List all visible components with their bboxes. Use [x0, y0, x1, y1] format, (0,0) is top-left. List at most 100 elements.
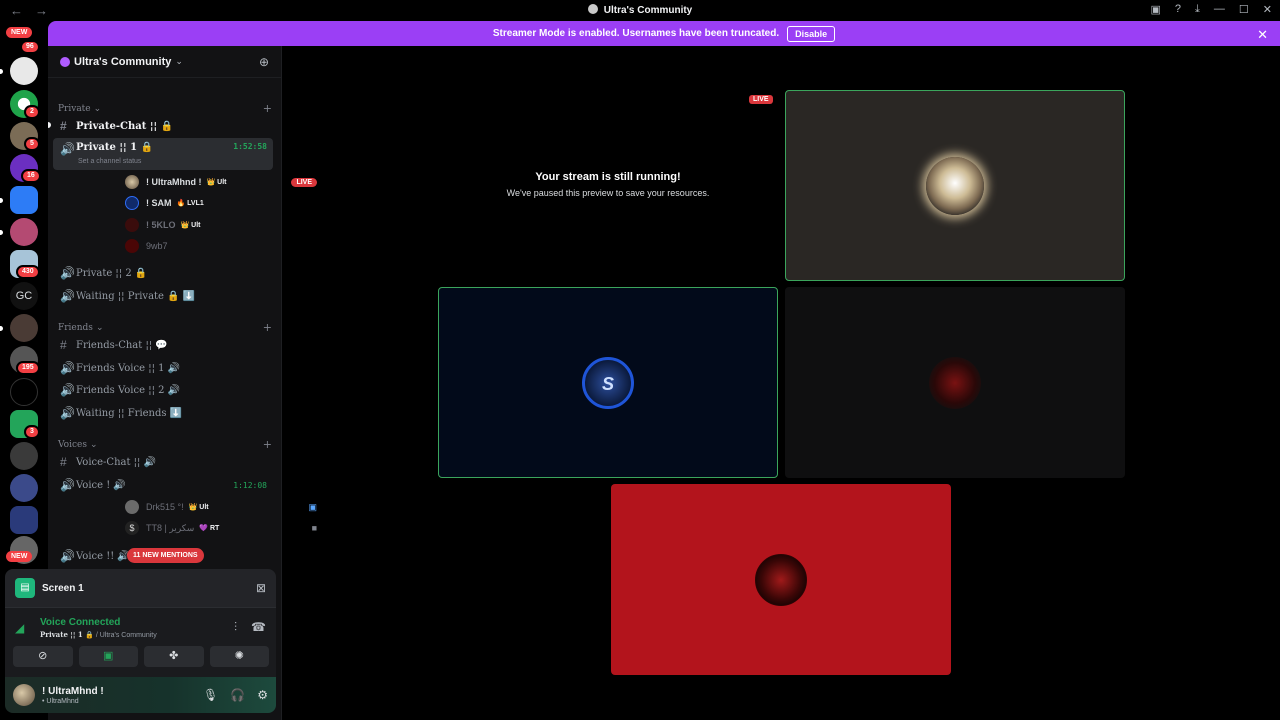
channel-private-1[interactable]: 🔊 Private ¦¦ 1 🔒 1:52:58 Set a channel s…: [53, 138, 273, 170]
signal-icon[interactable]: ◢: [15, 621, 24, 635]
channel-waiting-private[interactable]: 🔊 Waiting ¦¦ Private 🔒 ⬇️: [53, 286, 273, 306]
screen-app-icon: ▤: [15, 578, 35, 598]
server-header[interactable]: Ultra's Community ⌄ ⊕: [48, 46, 281, 78]
participant-tile[interactable]: [785, 90, 1125, 281]
participant-tile[interactable]: [611, 484, 951, 675]
microphone-icon[interactable]: 🎙: [203, 688, 218, 702]
hashtag-icon: #: [60, 338, 67, 352]
disconnect-icon[interactable]: ☎: [251, 620, 266, 635]
voice-user[interactable]: ! UltraMhnd ! 👑 Ult LIVE: [125, 173, 323, 191]
voice-connected-panel: ◢ Voice Connected Private ¦¦ 1 🔒 / Ultra…: [5, 607, 276, 677]
server-icon-15[interactable]: [10, 506, 38, 534]
channel-voice-chat[interactable]: # Voice-Chat ¦¦ 🔊: [53, 452, 273, 472]
voice-user[interactable]: 9wb7: [125, 237, 323, 255]
live-badge: LIVE: [291, 177, 317, 187]
chevron-down-icon: ⌄: [89, 439, 98, 450]
stop-stream-icon[interactable]: ⊠: [256, 581, 266, 595]
screen-label: Screen 1: [42, 582, 84, 594]
hashtag-icon: #: [60, 455, 67, 469]
category-friends[interactable]: Friends ⌄ +: [58, 321, 272, 334]
add-channel-icon[interactable]: +: [263, 438, 272, 451]
channel-private-2[interactable]: 🔊 Private ¦¦ 2 🔒: [53, 263, 273, 283]
speaker-icon: 🔊: [60, 383, 75, 397]
new-tag: NEW: [6, 27, 33, 38]
server-badge: 430: [16, 265, 40, 279]
category-voices[interactable]: Voices ⌄ +: [58, 438, 272, 451]
voice-user[interactable]: ! 5KLO 👑 Ult: [125, 216, 323, 234]
add-channel-icon[interactable]: +: [263, 102, 272, 115]
activities-button[interactable]: ✤: [144, 646, 204, 667]
stream-paused-title: Your stream is still running!: [535, 171, 681, 183]
invite-people-icon[interactable]: ⊕: [259, 55, 269, 69]
avatar: [125, 500, 139, 514]
help-icon[interactable]: ?: [1175, 3, 1181, 16]
voice-user[interactable]: ! SAM 🔥 LVL1: [125, 194, 323, 212]
voice-user[interactable]: Drk515 °! 👑 Ult ▣: [125, 498, 323, 516]
server-icon-5[interactable]: [10, 186, 38, 214]
server-icon-14[interactable]: [10, 474, 38, 502]
channel-private-chat[interactable]: # Private-Chat ¦¦ 🔒: [53, 116, 273, 136]
channel-friends-voice-1[interactable]: 🔊 Friends Voice ¦¦ 1 🔊: [53, 358, 273, 378]
soundboard-button[interactable]: ✺: [209, 646, 269, 667]
server-icon-9[interactable]: [10, 314, 38, 342]
server-icon-6[interactable]: [10, 218, 38, 246]
server-icon: [587, 4, 598, 14]
voice-actions: ⫶ ☎: [234, 620, 266, 635]
headphones-icon[interactable]: 🎧: [230, 688, 245, 702]
screen-share-panel: ▤ Screen 1 ⊠: [5, 569, 276, 607]
stream-paused-subtitle: We've paused this preview to save your r…: [506, 188, 710, 198]
download-icon[interactable]: ⤓: [1195, 3, 1200, 16]
server-badge: 3: [24, 425, 40, 439]
share-screen-button[interactable]: ▣: [78, 646, 138, 667]
minimize-icon[interactable]: —: [1214, 3, 1225, 16]
channel-friends-chat[interactable]: # Friends-Chat ¦¦ 💬: [53, 335, 273, 355]
window-controls: ▣ ? ⤓ — ☐ ✕: [1151, 3, 1273, 16]
unread-pill: [0, 69, 3, 74]
close-window-icon[interactable]: ✕: [1263, 3, 1272, 16]
channel-friends-voice-2[interactable]: 🔊 Friends Voice ¦¦ 2 🔊: [53, 380, 273, 400]
server-badge: 96: [20, 40, 40, 54]
maximize-icon[interactable]: ☐: [1239, 3, 1249, 16]
noise-suppression-icon[interactable]: ⫶: [234, 620, 237, 635]
chevron-down-icon: ⌄: [95, 322, 104, 333]
video-camera-icon: ■: [311, 523, 317, 533]
voice-user[interactable]: $ TT8 | سكرير 💜 RT ■: [125, 519, 323, 537]
server-icon-13[interactable]: [10, 442, 38, 470]
server-badge: 5: [24, 137, 40, 151]
live-badge: LIVE: [749, 95, 773, 104]
hashtag-icon: #: [60, 119, 67, 133]
server-icon-1[interactable]: [10, 57, 38, 85]
camera-off-button[interactable]: ⊘: [13, 646, 73, 667]
avatar: $: [125, 521, 139, 535]
speaker-icon: 🔊: [60, 478, 75, 492]
add-channel-icon[interactable]: +: [263, 321, 272, 334]
category-private[interactable]: Private ⌄ +: [58, 102, 272, 115]
voice-location[interactable]: Private ¦¦ 1 🔒 / Ultra's Community: [40, 630, 157, 639]
new-mentions-pill[interactable]: 11 NEW MENTIONS: [127, 548, 204, 563]
close-banner-icon[interactable]: ✕: [1257, 27, 1268, 43]
channel-voice-1[interactable]: 🔊 Voice ! 🔊 1:12:08: [53, 475, 273, 495]
server-icon-gc[interactable]: GC: [10, 282, 38, 310]
user-info[interactable]: ! UltraMhnd ! • UltraMhnd: [42, 686, 104, 705]
channel-status[interactable]: Set a channel status: [78, 158, 141, 165]
gear-icon[interactable]: ⚙: [257, 688, 268, 702]
avatar: [125, 196, 139, 210]
voice-status[interactable]: Voice Connected: [40, 617, 120, 628]
disable-button[interactable]: Disable: [787, 25, 836, 42]
window-title: Ultra's Community: [0, 4, 1280, 16]
user-subtitle: • UltraMhnd: [42, 697, 79, 705]
unread-pill: [48, 122, 51, 128]
channel-waiting-friends[interactable]: 🔊 Waiting ¦¦ Friends ⬇️: [53, 403, 273, 423]
inbox-icon[interactable]: ▣: [1151, 3, 1161, 16]
participant-tile[interactable]: S: [438, 287, 778, 478]
avatar[interactable]: [13, 684, 35, 706]
speaker-icon: 🔊: [60, 361, 75, 375]
server-emblem-icon: [60, 56, 70, 67]
avatar: [125, 175, 139, 189]
server-icon-11[interactable]: [10, 378, 38, 406]
avatar: [755, 553, 807, 606]
voice-timer: 1:52:58: [233, 142, 267, 151]
chevron-down-icon: ⌄: [93, 103, 102, 114]
participant-tile[interactable]: [785, 287, 1125, 478]
avatar: S: [582, 356, 634, 409]
